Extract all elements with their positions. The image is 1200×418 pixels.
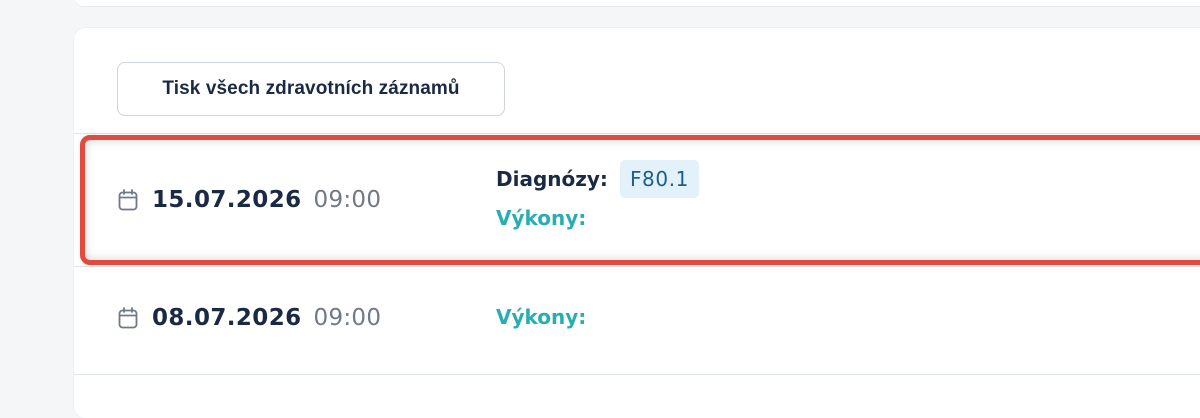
top-card — [76, 0, 1200, 7]
record-details: Výkony: — [496, 305, 586, 329]
record-date-block: 08.07.2026 09:00 — [118, 305, 381, 331]
record-date: 08.07.2026 — [152, 305, 302, 331]
calendar-icon — [118, 189, 138, 211]
diagnoses-row: Diagnózy: F80.1 — [496, 158, 699, 200]
record-time: 09:00 — [313, 305, 382, 331]
record-date-block: 15.07.2026 09:00 — [118, 187, 381, 213]
divider — [74, 266, 1200, 267]
print-all-records-button[interactable]: Tisk všech zdravotních záznamů — [117, 62, 505, 116]
record-row[interactable]: 08.07.2026 09:00 Výkony: — [74, 268, 1200, 374]
record-date: 15.07.2026 — [152, 187, 302, 213]
divider — [74, 133, 1200, 134]
record-details: Diagnózy: F80.1 Výkony: — [496, 158, 699, 230]
record-row[interactable]: 15.07.2026 09:00 Diagnózy: F80.1 Výkony: — [74, 135, 1200, 265]
diagnoses-label: Diagnózy: — [496, 167, 608, 191]
calendar-icon — [118, 307, 138, 329]
diagnosis-code-badge[interactable]: F80.1 — [619, 160, 699, 198]
divider — [74, 374, 1200, 375]
procedures-label: Výkony: — [496, 305, 587, 329]
procedures-label: Výkony: — [496, 206, 587, 230]
record-time: 09:00 — [313, 187, 382, 213]
